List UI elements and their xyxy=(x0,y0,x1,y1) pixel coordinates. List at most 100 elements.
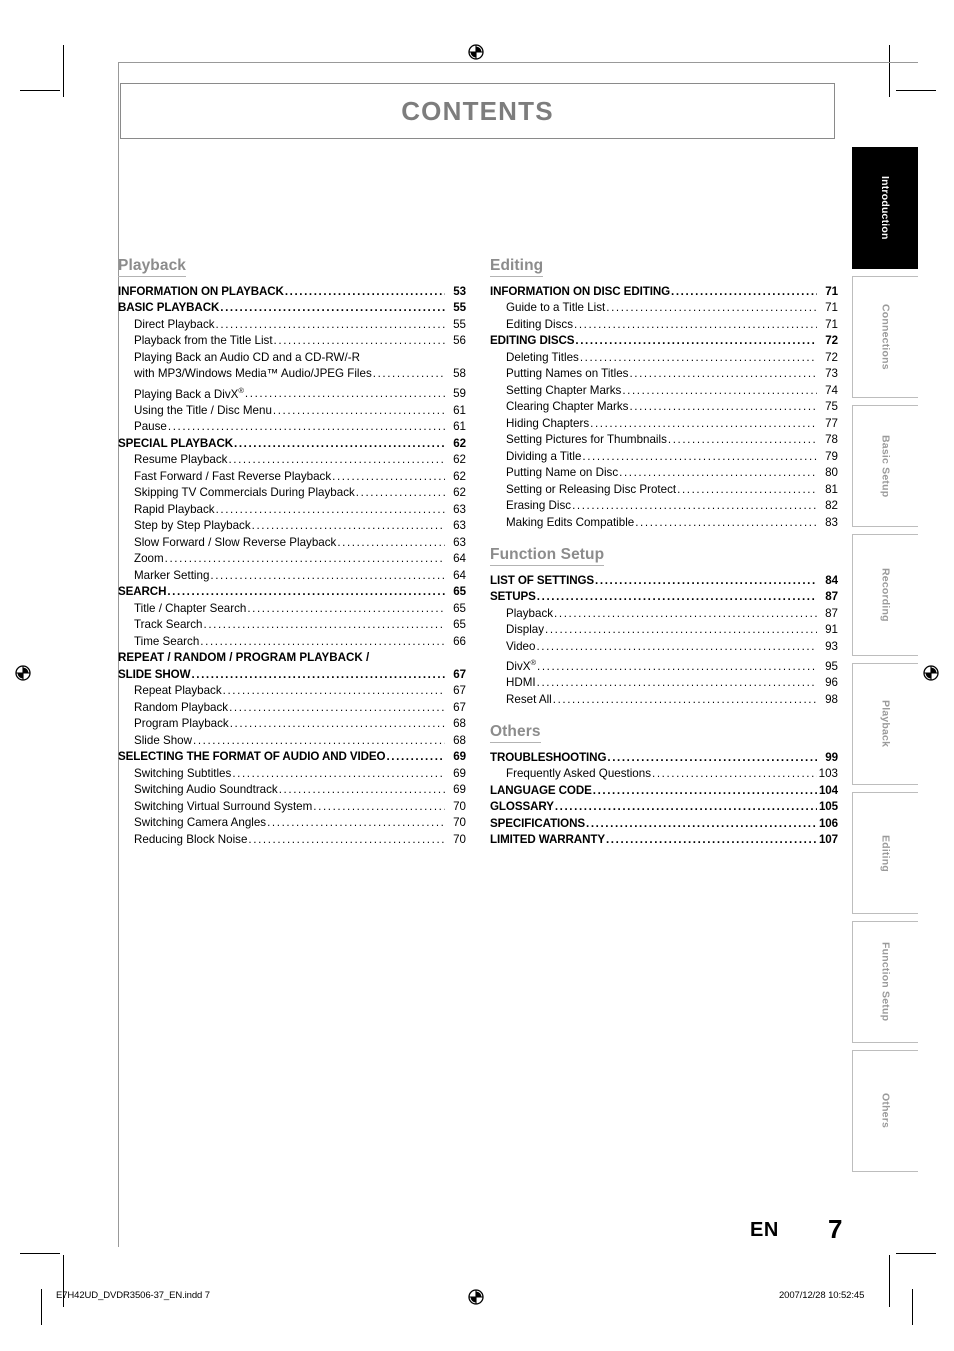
toc-entry[interactable]: Erasing Disc............................… xyxy=(490,498,838,515)
toc-entry[interactable]: LIST OF SETTINGS........................… xyxy=(490,573,838,590)
page-title-box: CONTENTS xyxy=(120,83,835,139)
toc-entry-page: 95 xyxy=(825,659,838,673)
index-tab-connections[interactable]: Connections xyxy=(852,276,918,398)
toc-entry-page: 68 xyxy=(453,717,466,731)
index-tab-recording[interactable]: Recording xyxy=(852,534,918,656)
index-tab-playback[interactable]: Playback xyxy=(852,663,918,785)
toc-entry[interactable]: Setting Pictures for Thumbnails.........… xyxy=(490,432,838,449)
toc-entry-label: HDMI xyxy=(506,676,536,690)
toc-entry[interactable]: INFORMATION ON PLAYBACK.................… xyxy=(118,284,466,301)
toc-entry[interactable]: SPECIAL PLAYBACK........................… xyxy=(118,436,466,453)
toc-entry[interactable]: BASIC PLAYBACK..........................… xyxy=(118,300,466,317)
toc-entry[interactable]: Switching Subtitles.....................… xyxy=(118,766,466,783)
index-tab-others[interactable]: Others xyxy=(852,1050,918,1172)
index-tab-function-setup[interactable]: Function Setup xyxy=(852,921,918,1043)
toc-entry-label: Playback xyxy=(506,606,554,620)
toc-entry[interactable]: EDITING DISCS...........................… xyxy=(490,333,838,350)
toc-entry[interactable]: Repeat Playback.........................… xyxy=(118,683,466,700)
toc-entry[interactable]: Playing Back an Audio CD and a CD-RW/-R xyxy=(118,350,466,367)
toc-entry[interactable]: Switching Camera Angles.................… xyxy=(118,815,466,832)
toc-entry[interactable]: SLIDE SHOW..............................… xyxy=(118,667,466,684)
toc-entry[interactable]: Slide Show..............................… xyxy=(118,733,466,750)
toc-entry[interactable]: Playback from the Title List............… xyxy=(118,333,466,350)
toc-entry[interactable]: Deleting Titles.........................… xyxy=(490,350,838,367)
toc-entry[interactable]: Track Search............................… xyxy=(118,617,466,634)
toc-entry-label: Time Search xyxy=(134,634,200,648)
toc-entry-page: 69 xyxy=(453,783,466,797)
toc-entry[interactable]: Video...................................… xyxy=(490,639,838,656)
toc-entry[interactable]: Step by Step Playback...................… xyxy=(118,518,466,535)
toc-entry[interactable]: Pause...................................… xyxy=(118,419,466,436)
footer-rule-left xyxy=(41,1289,42,1325)
toc-entry[interactable]: Clearing Chapter Marks..................… xyxy=(490,399,838,416)
toc-entry-page: 62 xyxy=(453,469,466,483)
toc-entry-label: Rapid Playback xyxy=(134,502,215,516)
toc-entry[interactable]: Setting Chapter Marks...................… xyxy=(490,383,838,400)
toc-entry[interactable]: REPEAT / RANDOM / PROGRAM PLAYBACK / xyxy=(118,650,466,667)
toc-entry-label: Setting or Releasing Disc Protect xyxy=(506,482,677,496)
toc-entry[interactable]: Using the Title / Disc Menu.............… xyxy=(118,403,466,420)
toc-entry[interactable]: Resume Playback.........................… xyxy=(118,452,466,469)
toc-entry[interactable]: GLOSSARY................................… xyxy=(490,799,838,816)
toc-entry-page: 64 xyxy=(453,568,466,582)
toc-entry[interactable]: Skipping TV Commercials During Playback.… xyxy=(118,485,466,502)
toc-entry[interactable]: Putting Names on Titles.................… xyxy=(490,366,838,383)
toc-entry-page: 61 xyxy=(453,403,466,417)
toc-entry[interactable]: Rapid Playback..........................… xyxy=(118,502,466,519)
toc-entry[interactable]: SELECTING THE FORMAT OF AUDIO AND VIDEO.… xyxy=(118,749,466,766)
toc-entry[interactable]: Playing Back a DivX®....................… xyxy=(118,383,466,403)
crop-mark-top-right-horizontal xyxy=(896,90,936,91)
toc-entry[interactable]: Time Search.............................… xyxy=(118,634,466,651)
toc-entry[interactable]: Program Playback........................… xyxy=(118,716,466,733)
toc-leader-dots: ........................................… xyxy=(273,334,445,347)
toc-entry[interactable]: LIMITED WARRANTY........................… xyxy=(490,832,838,849)
index-tab-strip: Introduction Connections Basic Setup Record… xyxy=(852,147,918,1179)
toc-entry[interactable]: Playback................................… xyxy=(490,606,838,623)
toc-entry-label: INFORMATION ON PLAYBACK xyxy=(118,284,284,298)
index-tab-editing[interactable]: Editing xyxy=(852,792,918,914)
toc-entry[interactable]: Marker Setting..........................… xyxy=(118,568,466,585)
toc-entry[interactable]: DivX®...................................… xyxy=(490,655,838,675)
toc-entry[interactable]: SPECIFICATIONS..........................… xyxy=(490,816,838,833)
toc-entry[interactable]: Display.................................… xyxy=(490,622,838,639)
toc-entry[interactable]: HDMI....................................… xyxy=(490,675,838,692)
toc-entry[interactable]: with MP3/Windows Media™ Audio/JPEG Files… xyxy=(118,366,466,383)
toc-entry[interactable]: Switching Virtual Surround System.......… xyxy=(118,799,466,816)
toc-entry[interactable]: Dividing a Title........................… xyxy=(490,449,838,466)
index-tab-basic-setup[interactable]: Basic Setup xyxy=(852,405,918,527)
toc-entry-label: Program Playback xyxy=(134,717,229,731)
toc-leader-dots: ........................................… xyxy=(586,816,817,830)
toc-entry[interactable]: TROUBLESHOOTING.........................… xyxy=(490,750,838,767)
toc-entry[interactable]: Setting or Releasing Disc Protect.......… xyxy=(490,482,838,499)
toc-entry[interactable]: Fast Forward / Fast Reverse Playback....… xyxy=(118,469,466,486)
toc-leader-dots: ........................................… xyxy=(210,568,445,582)
toc-entry[interactable]: Guide to a Title List...................… xyxy=(490,300,838,317)
toc-entry[interactable]: SETUPS..................................… xyxy=(490,589,838,606)
toc-entry[interactable]: Random Playback.........................… xyxy=(118,700,466,717)
toc-entry[interactable]: LANGUAGE CODE...........................… xyxy=(490,783,838,800)
footer-rule-right xyxy=(912,1289,913,1325)
toc-entry-label: REPEAT / RANDOM / PROGRAM PLAYBACK / xyxy=(118,651,370,665)
toc-leader-dots: ........................................… xyxy=(220,301,445,314)
toc-entry[interactable]: Reducing Block Noise....................… xyxy=(118,832,466,849)
toc-entry-label: Reducing Block Noise xyxy=(134,832,248,846)
toc-entry[interactable]: Hiding Chapters.........................… xyxy=(490,416,838,433)
toc-entry[interactable]: Putting Name on Disc....................… xyxy=(490,465,838,482)
toc-leader-dots: ........................................… xyxy=(272,403,445,417)
toc-entry[interactable]: Slow Forward / Slow Reverse Playback....… xyxy=(118,535,466,552)
toc-entry[interactable]: Making Edits Compatible.................… xyxy=(490,515,838,532)
toc-entry[interactable]: Switching Audio Soundtrack..............… xyxy=(118,782,466,799)
toc-entry[interactable]: Direct Playback.........................… xyxy=(118,317,466,334)
index-tab-introduction[interactable]: Introduction xyxy=(852,147,918,269)
toc-entry[interactable]: Frequently Asked Questions..............… xyxy=(490,766,838,783)
toc-entry[interactable]: Title / Chapter Search..................… xyxy=(118,601,466,618)
toc-entry[interactable]: SEARCH..................................… xyxy=(118,584,466,601)
toc-entry[interactable]: Zoom....................................… xyxy=(118,551,466,568)
toc-entry[interactable]: Reset All...............................… xyxy=(490,692,838,709)
toc-entry-label: EDITING DISCS xyxy=(490,334,575,347)
toc-entry-page: 71 xyxy=(825,284,838,298)
toc-entry[interactable]: Editing Discs...........................… xyxy=(490,317,838,334)
toc-entry-label: Playing Back a DivX® xyxy=(134,385,244,401)
toc-entry-page: 62 xyxy=(453,436,466,450)
toc-entry[interactable]: INFORMATION ON DISC EDITING.............… xyxy=(490,284,838,301)
